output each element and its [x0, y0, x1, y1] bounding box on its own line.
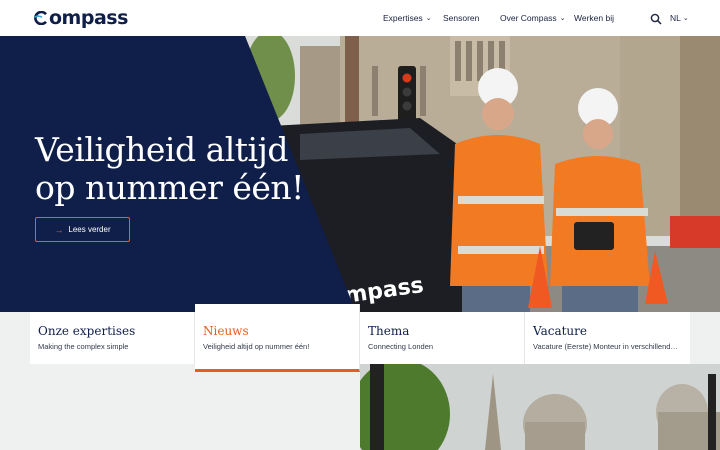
card-title: Onze expertises	[38, 324, 136, 338]
page: ompass Expertises ⌄ Sensoren Over Compas…	[0, 0, 720, 450]
london-skyline-photo	[360, 364, 720, 450]
card-subtitle: Veiligheid altijd op nummer één!	[203, 342, 310, 351]
compass-logo-icon	[34, 10, 48, 26]
arrow-right-icon: →	[54, 224, 64, 235]
hero-title: Veiligheid altijd op nummer één!	[35, 131, 335, 207]
logo-text: ompass	[49, 7, 128, 29]
card-subtitle: Connecting Londen	[368, 342, 434, 351]
site-header: ompass Expertises ⌄ Sensoren Over Compas…	[0, 0, 720, 36]
nav-item-label: Werken bij	[574, 13, 614, 23]
search-icon[interactable]	[650, 12, 662, 25]
card-thema[interactable]: Thema Connecting Londen	[360, 312, 525, 364]
card-subtitle: Vacature (Eerste) Monteur in verschillen…	[533, 342, 682, 351]
chevron-down-icon: ⌄	[559, 15, 566, 22]
hero-title-line: Veiligheid altijd	[35, 130, 288, 169]
card-subtitle: Making the complex simple	[38, 342, 129, 351]
card-title: Vacature	[533, 324, 587, 338]
chevron-down-icon: ⌄	[425, 15, 432, 22]
nav-item-over-compass[interactable]: Over Compass ⌄	[500, 13, 574, 23]
chevron-down-icon: ⌄	[682, 15, 689, 22]
main-nav: Expertises ⌄ Sensoren Over Compass ⌄ Wer…	[383, 0, 614, 36]
card-expertises[interactable]: Onze expertises Making the complex simpl…	[30, 312, 195, 364]
read-more-label: Lees verder	[68, 225, 111, 234]
hero-title-line: op nummer één!	[35, 168, 304, 207]
nav-item-label: Expertises	[383, 13, 423, 23]
nav-item-label: Sensoren	[443, 13, 480, 23]
hero-banner: ompass Veiligheid altijd op nummer één!	[0, 36, 720, 312]
language-selector[interactable]: NL ⌄	[670, 13, 689, 23]
nav-item-expertises[interactable]: Expertises ⌄	[383, 13, 443, 23]
nav-tools: NL ⌄	[650, 0, 689, 36]
nav-item-werken-bij[interactable]: Werken bij	[574, 13, 614, 23]
nav-item-sensoren[interactable]: Sensoren	[443, 13, 500, 23]
card-vacature[interactable]: Vacature Vacature (Eerste) Monteur in ve…	[525, 312, 690, 364]
read-more-button[interactable]: → Lees verder	[35, 217, 130, 242]
card-title: Nieuws	[203, 324, 249, 338]
nav-item-label: Over Compass	[500, 13, 557, 23]
compass-logo[interactable]: ompass	[34, 6, 128, 30]
feature-cards: Onze expertises Making the complex simpl…	[30, 304, 690, 372]
language-label: NL	[670, 13, 681, 23]
card-title: Thema	[368, 324, 410, 338]
card-nieuws[interactable]: Nieuws Veiligheid altijd op nummer één!	[195, 304, 360, 372]
